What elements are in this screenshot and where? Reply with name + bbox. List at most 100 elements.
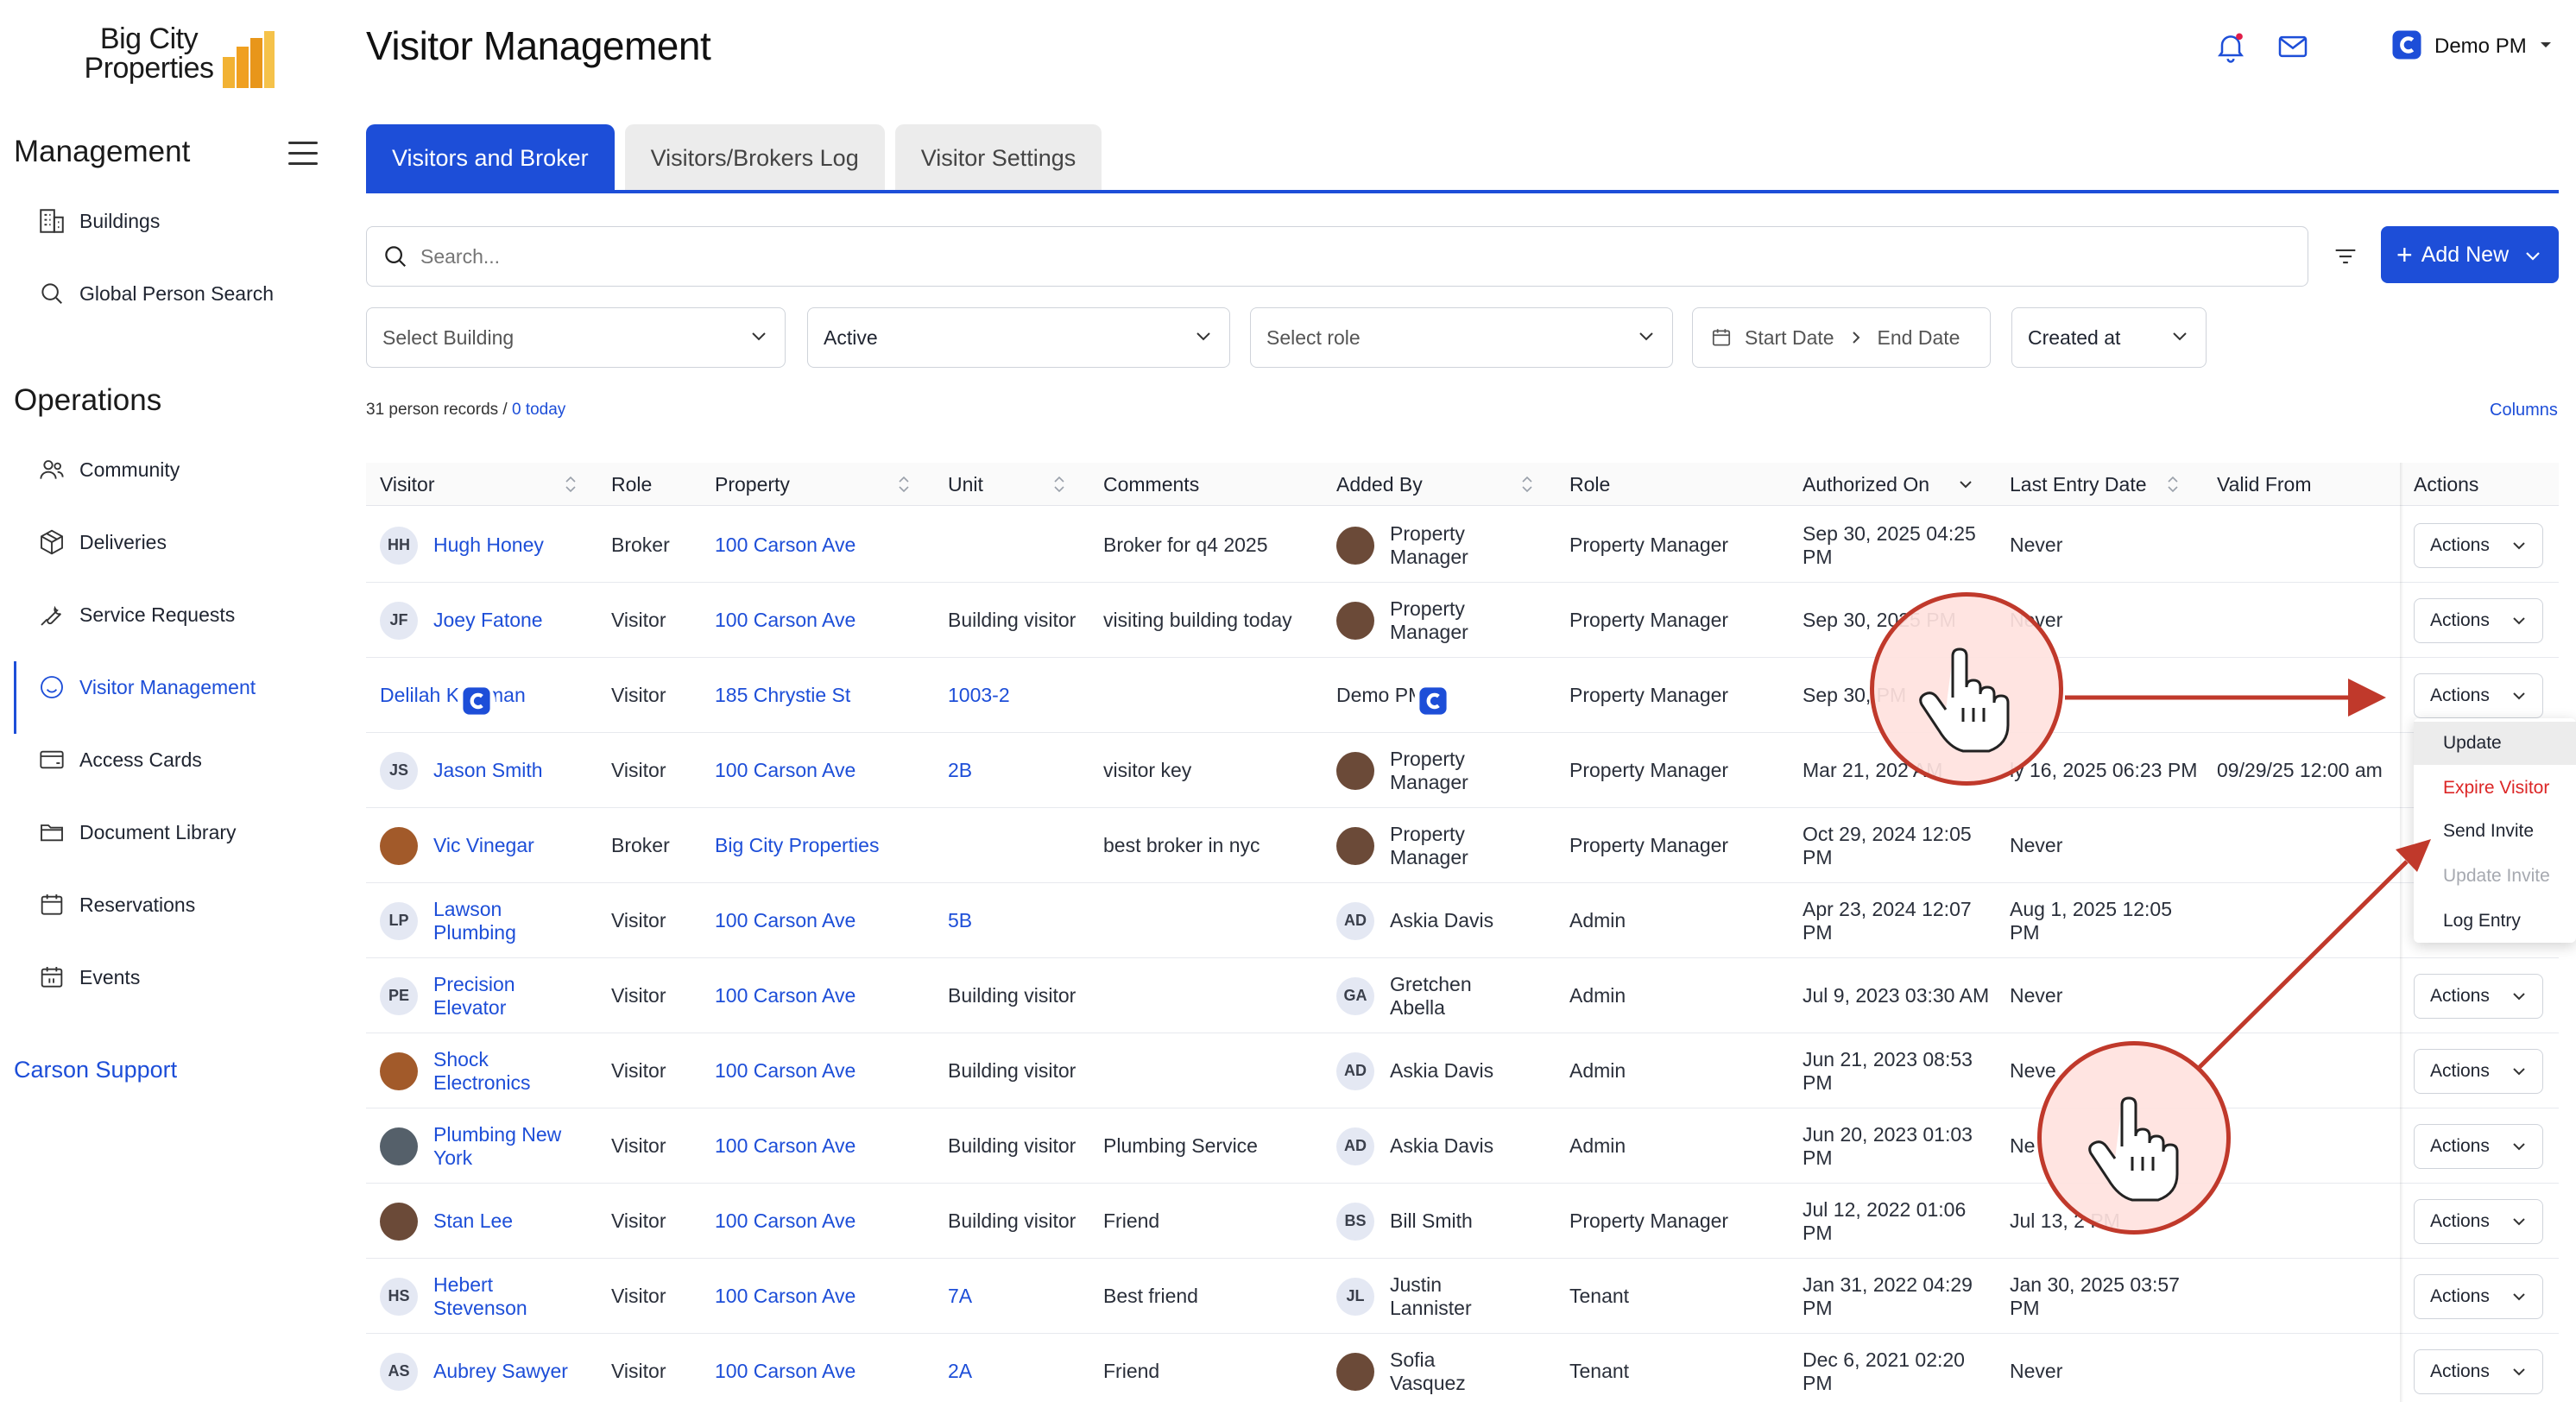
actions-button[interactable]: Actions xyxy=(2414,1199,2543,1244)
authorized-on-cell: Jan 31, 2022 04:29 PM xyxy=(1803,1273,1973,1319)
table-header: Visitor Role Property Unit Comments Adde… xyxy=(366,463,2559,506)
tab-visitors-brokers-log[interactable]: Visitors/Brokers Log xyxy=(624,124,885,192)
nav-item-reservations[interactable]: Reservations xyxy=(14,879,342,931)
filter-icon[interactable] xyxy=(2331,242,2360,271)
visitor-name-link[interactable]: Hugh Honey xyxy=(433,534,589,557)
unit-cell[interactable]: 2A xyxy=(948,1334,972,1402)
start-date-input[interactable]: Start Date xyxy=(1745,326,1834,350)
nav-item-events[interactable]: Events xyxy=(14,951,342,1003)
unit-cell[interactable]: 7A xyxy=(948,1259,972,1334)
column-header-comments[interactable]: Comments xyxy=(1103,473,1199,496)
nav-item-buildings[interactable]: Buildings xyxy=(14,195,342,247)
brand-logo[interactable]: Big City Properties xyxy=(78,24,276,93)
mail-icon[interactable] xyxy=(2276,29,2310,64)
actions-button[interactable]: Actions xyxy=(2414,974,2543,1019)
columns-link[interactable]: Columns xyxy=(2490,401,2558,420)
property-link[interactable]: 100 Carson Ave xyxy=(715,1108,856,1184)
status-select[interactable]: Active xyxy=(807,307,1230,368)
column-header-property[interactable]: Property xyxy=(715,473,790,496)
added-role-cell: Tenant xyxy=(1569,1360,1630,1382)
property-link[interactable]: Big City Properties xyxy=(715,808,879,883)
property-link[interactable]: 185 Chrystie St xyxy=(715,658,850,733)
column-header-last-entry[interactable]: Last Entry Date xyxy=(2010,473,2147,496)
date-range-picker[interactable]: Start Date End Date xyxy=(1692,307,1991,368)
visitor-name-link[interactable]: Shock Electronics xyxy=(433,1048,589,1095)
property-link[interactable]: 100 Carson Ave xyxy=(715,1033,856,1108)
menu-toggle-icon[interactable] xyxy=(288,142,318,167)
tab-visitor-settings[interactable]: Visitor Settings xyxy=(894,124,1102,192)
actions-button[interactable]: Actions xyxy=(2414,1349,2543,1394)
nav-item-visitor-management[interactable]: Visitor Management xyxy=(14,661,342,734)
visitor-name-link[interactable]: Plumbing New York xyxy=(433,1123,589,1170)
menu-item-log-entry[interactable]: Log Entry xyxy=(2414,900,2576,943)
sort-icon[interactable] xyxy=(2167,475,2179,498)
unit-cell[interactable]: 5B xyxy=(948,883,972,958)
column-header-unit[interactable]: Unit xyxy=(948,473,983,496)
role-select[interactable]: Select role xyxy=(1250,307,1673,368)
visitor-name-link[interactable]: Precision Elevator xyxy=(433,973,589,1020)
property-link[interactable]: 100 Carson Ave xyxy=(715,733,856,808)
user-menu[interactable]: Demo PM xyxy=(2391,29,2553,64)
added-role-cell: Property Manager xyxy=(1569,1209,1729,1232)
actions-button[interactable]: Actions xyxy=(2414,673,2543,718)
menu-item-expire-visitor[interactable]: Expire Visitor xyxy=(2414,767,2576,810)
valid-from-cell: 09/29/25 12:00 am xyxy=(2217,759,2383,781)
tab-underline xyxy=(366,190,2559,193)
actions-button[interactable]: Actions xyxy=(2414,1049,2543,1094)
property-link[interactable]: 100 Carson Ave xyxy=(715,958,856,1033)
visitor-name-link[interactable]: Aubrey Sawyer xyxy=(433,1360,589,1383)
nav-item-global-person-search[interactable]: Global Person Search xyxy=(14,268,342,319)
unit-cell[interactable]: 2B xyxy=(948,733,972,808)
nav-item-deliveries[interactable]: Deliveries xyxy=(14,516,342,568)
column-header-valid-from[interactable]: Valid From xyxy=(2217,473,2312,496)
sort-icon[interactable] xyxy=(1053,475,1065,498)
visitor-name-link[interactable]: Hebert Stevenson xyxy=(433,1273,589,1320)
visitor-name-link[interactable]: Stan Lee xyxy=(433,1209,589,1233)
property-link[interactable]: 100 Carson Ave xyxy=(715,1184,856,1259)
column-header-added-role[interactable]: Role xyxy=(1569,473,1610,496)
actions-button[interactable]: Actions xyxy=(2414,598,2543,643)
unit-cell[interactable]: 1003-2 xyxy=(948,658,1010,733)
actions-button[interactable]: Actions xyxy=(2414,1124,2543,1169)
column-header-authorized-on[interactable]: Authorized On xyxy=(1803,473,1929,496)
chevron-down-icon[interactable] xyxy=(1958,478,1973,494)
visitor-name-link[interactable]: Joey Fatone xyxy=(433,609,589,632)
sort-icon[interactable] xyxy=(898,475,910,498)
actions-button[interactable]: Actions xyxy=(2414,1274,2543,1319)
property-link[interactable]: 100 Carson Ave xyxy=(715,508,856,583)
visitor-name-link[interactable]: Jason Smith xyxy=(433,759,589,782)
property-link[interactable]: 100 Carson Ave xyxy=(715,1334,856,1402)
building-select[interactable]: Select Building xyxy=(366,307,786,368)
header-label: Role xyxy=(611,473,653,496)
visitor-name-link[interactable]: Vic Vinegar xyxy=(433,834,589,857)
search-input[interactable] xyxy=(420,244,2233,268)
sort-icon[interactable] xyxy=(565,475,577,498)
property-link[interactable]: 100 Carson Ave xyxy=(715,1259,856,1334)
nav-item-service-requests[interactable]: Service Requests xyxy=(14,589,342,641)
sort-select[interactable]: Created at xyxy=(2011,307,2207,368)
sticky-column-shadow xyxy=(2400,463,2403,1402)
menu-item-update[interactable]: Update xyxy=(2414,722,2576,765)
property-link[interactable]: 100 Carson Ave xyxy=(715,883,856,958)
nav-item-access-cards[interactable]: Access Cards xyxy=(14,734,342,786)
menu-item-send-invite[interactable]: Send Invite xyxy=(2414,810,2576,853)
actions-button-label: Actions xyxy=(2430,685,2490,705)
column-header-role[interactable]: Role xyxy=(611,473,652,496)
nav-item-community[interactable]: Community xyxy=(14,444,342,496)
support-link[interactable]: Carson Support xyxy=(14,1057,177,1083)
property-link[interactable]: 100 Carson Ave xyxy=(715,583,856,658)
click-indicator-circle xyxy=(1870,592,2063,786)
sort-icon[interactable] xyxy=(1521,475,1533,498)
column-header-added-by[interactable]: Added By xyxy=(1336,473,1423,496)
added-by-cell: Property Manager xyxy=(1336,733,1561,808)
actions-button[interactable]: Actions xyxy=(2414,523,2543,568)
visitor-name-link[interactable]: Lawson Plumbing xyxy=(433,898,589,944)
bell-icon[interactable] xyxy=(2213,29,2248,64)
tab-visitors-and-broker[interactable]: Visitors and Broker xyxy=(366,124,615,192)
added-role-cell: Property Manager xyxy=(1569,534,1729,556)
column-header-visitor[interactable]: Visitor xyxy=(380,473,435,496)
end-date-input[interactable]: End Date xyxy=(1878,326,1960,350)
add-new-button[interactable]: + Add New xyxy=(2381,226,2559,283)
nav-item-document-library[interactable]: Document Library xyxy=(14,806,342,858)
today-link[interactable]: 0 today xyxy=(512,401,565,419)
